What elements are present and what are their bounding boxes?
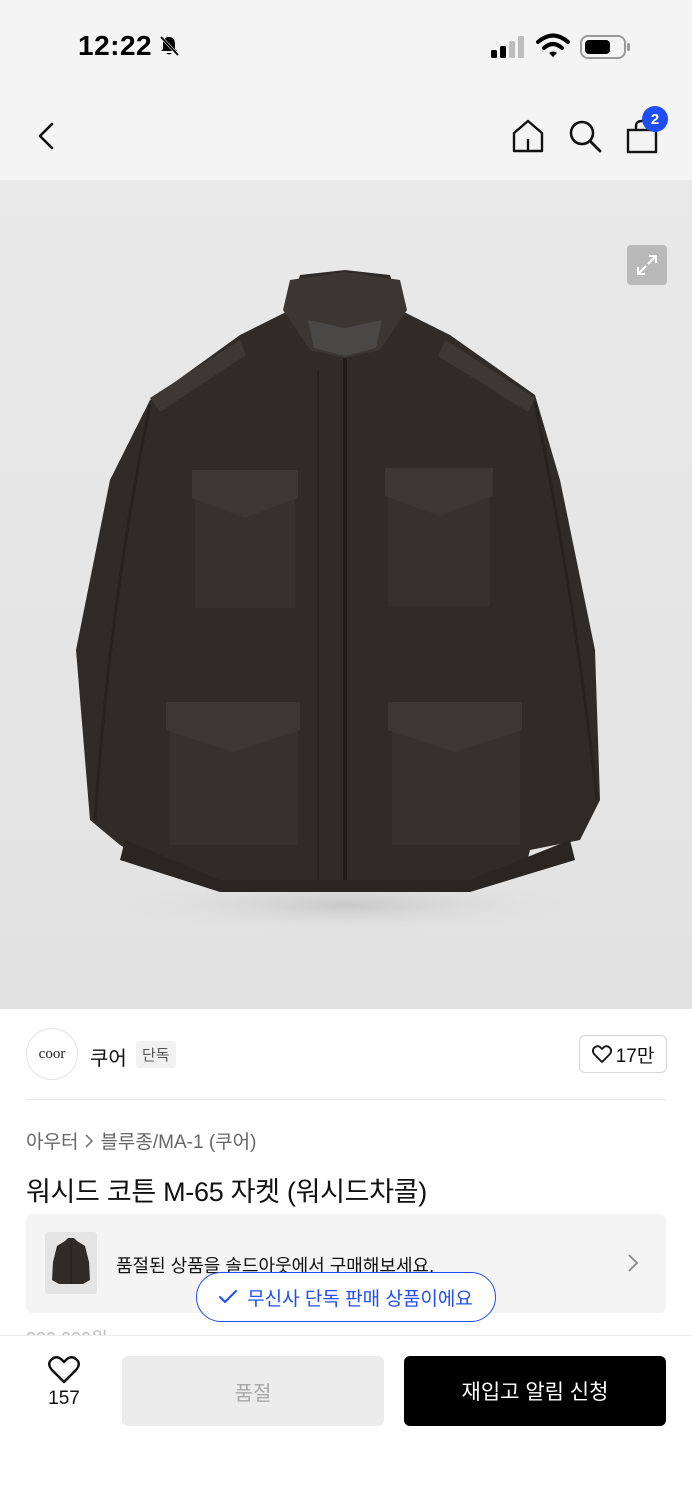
home-button[interactable] bbox=[506, 114, 550, 158]
back-button[interactable] bbox=[24, 114, 68, 158]
search-button[interactable] bbox=[563, 114, 607, 158]
exclusive-tag: 단독 bbox=[136, 1041, 176, 1068]
breadcrumb-category[interactable]: 아우터 bbox=[26, 1127, 78, 1154]
cart-button[interactable]: 2 bbox=[620, 106, 668, 158]
soldout-button: 품절 bbox=[122, 1356, 384, 1426]
status-time: 12:22 bbox=[78, 30, 153, 61]
checkmark-icon bbox=[219, 1290, 238, 1303]
breadcrumb-subcategory[interactable]: 블루종/MA-1 (쿠어) bbox=[100, 1127, 256, 1154]
cart-count-badge: 2 bbox=[642, 106, 668, 132]
divider bbox=[26, 1099, 666, 1100]
exclusive-notice-pill: 무신사 단독 판매 상품이에요 bbox=[196, 1272, 496, 1322]
exclusive-notice-text: 무신사 단독 판매 상품이에요 bbox=[247, 1288, 473, 1310]
wifi-icon bbox=[536, 33, 570, 57]
heart-icon bbox=[591, 1045, 612, 1063]
brand-like-button[interactable]: 17만 bbox=[579, 1035, 667, 1073]
wishlist-button[interactable]: 157 bbox=[34, 1356, 94, 1426]
status-bar: 12:22 bbox=[0, 0, 692, 92]
brand-logo-text: coor bbox=[38, 1045, 66, 1062]
battery-icon bbox=[580, 35, 630, 59]
brand-like-count: 17만 bbox=[615, 1045, 655, 1067]
brand-row: coor 쿠어 단독 17만 bbox=[0, 1009, 692, 1099]
search-icon bbox=[569, 120, 602, 153]
breadcrumb: 아우터 블루종/MA-1 (쿠어) bbox=[26, 1127, 256, 1154]
bottom-action-bar: 157 품절 재입고 알림 신청 bbox=[0, 1335, 692, 1500]
soldout-thumbnail bbox=[45, 1232, 97, 1294]
bell-off-icon bbox=[159, 35, 180, 57]
cellular-signal-icon bbox=[491, 36, 524, 58]
jacket-thumbnail-image bbox=[52, 1238, 90, 1284]
home-icon bbox=[512, 119, 544, 153]
heart-icon bbox=[48, 1356, 80, 1384]
brand-logo[interactable]: coor bbox=[26, 1028, 78, 1080]
restock-alert-button[interactable]: 재입고 알림 신청 bbox=[404, 1356, 666, 1426]
wishlist-count: 157 bbox=[48, 1388, 80, 1409]
expand-icon bbox=[637, 255, 657, 275]
chevron-left-icon bbox=[38, 122, 54, 150]
top-nav-bar: 2 bbox=[0, 92, 692, 180]
expand-image-button[interactable] bbox=[627, 245, 667, 285]
price-text: 229,000원 bbox=[26, 1325, 108, 1335]
chevron-right-icon bbox=[85, 1133, 94, 1148]
brand-name[interactable]: 쿠어 bbox=[90, 1042, 127, 1071]
jacket-illustration bbox=[76, 270, 600, 935]
chevron-right-icon bbox=[628, 1254, 639, 1272]
product-image[interactable] bbox=[0, 180, 692, 1009]
product-title: 워시드 코튼 M-65 자켓 (워시드차콜) bbox=[26, 1177, 427, 1207]
